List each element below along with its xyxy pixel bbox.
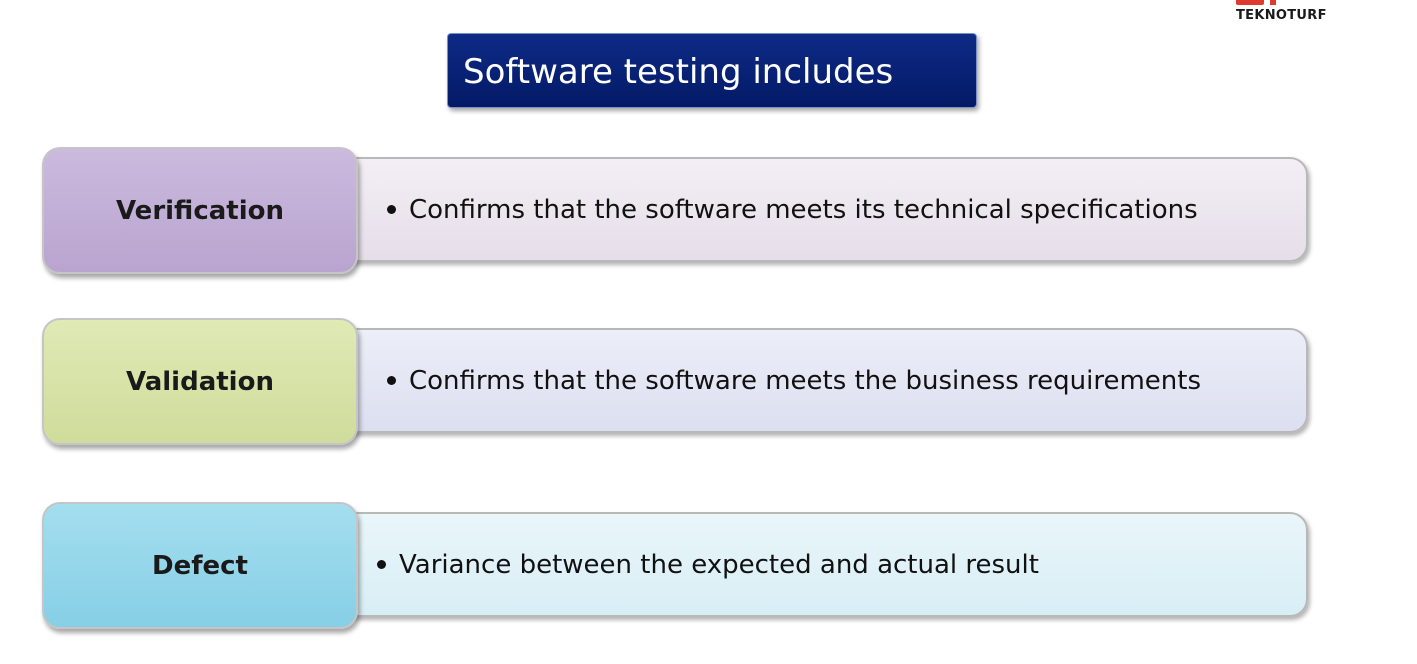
description-text: Confirms that the software meets its tec… [409, 194, 1198, 225]
description-text: Variance between the expected and actual… [399, 549, 1039, 580]
description-box-validation: Confirms that the software meets the bus… [330, 328, 1308, 433]
logo-mark-icon [1236, 0, 1264, 5]
bullet-icon [377, 560, 386, 569]
label-validation: Validation [126, 366, 274, 397]
teknoturf-logo: TEKNOTURF [1236, 0, 1336, 30]
description-verification: Confirms that the software meets its tec… [387, 159, 1198, 260]
label-box-defect: Defect [42, 502, 358, 629]
logo-mark-icon-2 [1270, 0, 1276, 5]
description-box-verification: Confirms that the software meets its tec… [330, 157, 1308, 262]
label-defect: Defect [151, 550, 248, 581]
title-banner: Software testing includes [447, 33, 977, 108]
label-box-validation: Validation [42, 318, 358, 445]
label-box-verification: Verification [42, 147, 358, 274]
description-box-defect: Variance between the expected and actual… [330, 512, 1308, 617]
description-validation: Confirms that the software meets the bus… [387, 330, 1201, 431]
description-defect: Variance between the expected and actual… [377, 514, 1039, 615]
bullet-icon [387, 376, 396, 385]
slide-title: Software testing includes [463, 52, 894, 92]
description-text: Confirms that the software meets the bus… [409, 365, 1202, 396]
logo-text: TEKNOTURF [1236, 8, 1327, 23]
label-verification: Verification [115, 195, 284, 226]
bullet-icon [387, 205, 396, 214]
